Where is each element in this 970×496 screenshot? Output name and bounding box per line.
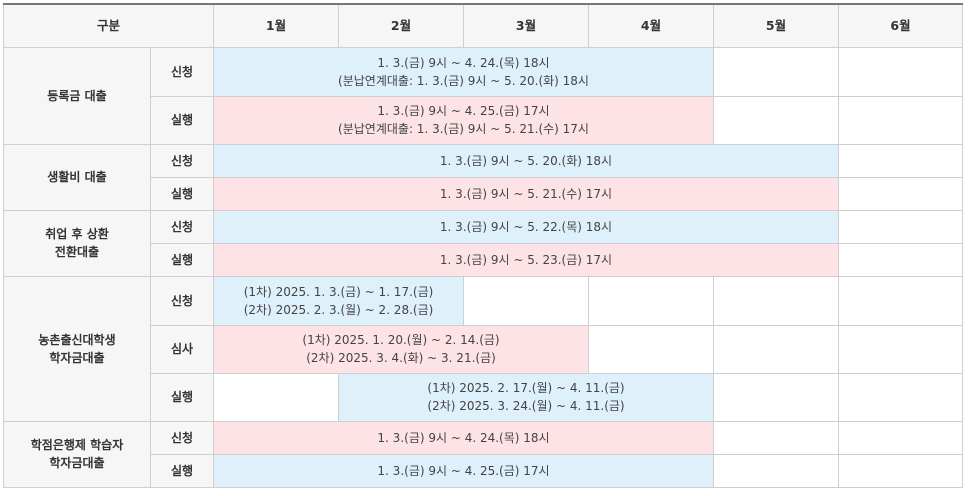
header-month-4: 4월 [588,3,715,48]
group-rural-student-loan: 농촌출신대학생 학자금대출 [3,275,151,422]
period-bar: 1. 3.(금) 9시 ~ 4. 24.(목) 18시 [213,420,715,455]
empty-cell [838,95,964,145]
period-text: 1. 3.(금) 9시 ~ 4. 24.(목) 18시 [377,55,550,70]
period-text: (2차) 2025. 3. 4.(화) ~ 3. 21.(금) [306,351,496,365]
empty-cell [838,242,964,277]
empty-cell [838,176,964,211]
empty-cell [713,453,840,488]
header-month-2: 2월 [338,3,465,48]
empty-cell [588,275,715,326]
empty-cell [838,46,964,97]
period-bar: 1. 3.(금) 9시 ~ 5. 23.(금) 17시 [213,242,840,277]
empty-cell [588,324,715,374]
period-text: 1. 3.(금) 9시 ~ 5. 23.(금) 17시 [439,252,613,267]
group-name-line: 농촌출신대학생 [38,332,116,347]
period-bar: 1. 3.(금) 9시 ~ 5. 21.(수) 17시 [213,176,840,211]
period-bar: 1. 3.(금) 9시 ~ 4. 24.(목) 18시 (분납연계대출: 1. … [213,46,715,97]
period-text: (2차) 2025. 2. 3.(월) ~ 2. 28.(금) [243,302,434,317]
empty-cell [713,95,840,145]
period-bar: (1차) 2025. 1. 3.(금) ~ 1. 17.(금) (2차) 202… [213,275,465,326]
header-month-6: 6월 [838,3,964,48]
empty-cell [838,143,964,178]
period-bar: (1차) 2025. 2. 17.(월) ~ 4. 11.(금) (2차) 20… [338,372,715,422]
empty-cell [213,372,340,422]
empty-cell [838,453,964,488]
group-name-line: 학자금대출 [49,350,105,365]
period-text: 1. 3.(금) 9시 ~ 5. 21.(수) 17시 [439,186,613,201]
row-label-apply: 신청 [149,420,215,455]
empty-cell [713,46,840,97]
table-row: 생활비 대출 신청 1. 3.(금) 9시 ~ 5. 20.(화) 18시 [3,143,964,211]
row-label-execute: 실행 [149,176,215,211]
period-text: 1. 3.(금) 9시 ~ 4. 25.(금) 17시 [377,463,550,478]
header-month-5: 5월 [713,3,840,48]
row-label-apply: 신청 [149,209,215,244]
group-name-line: 취업 후 상환 [45,227,109,241]
row-label-execute: 실행 [149,453,215,488]
group-name-line: 학자금대출 [49,456,105,470]
period-text: 1. 3.(금) 9시 ~ 5. 22.(목) 18시 [439,219,613,234]
period-text: (1차) 2025. 1. 3.(금) ~ 1. 17.(금) [243,284,434,299]
period-text: (2차) 2025. 3. 24.(월) ~ 4. 11.(금) [427,399,625,413]
period-text: 1. 3.(금) 9시 ~ 4. 25.(금) 17시 [377,104,550,118]
empty-cell [838,275,964,326]
period-bar: (1차) 2025. 1. 20.(월) ~ 2. 14.(금) (2차) 20… [213,324,590,374]
row-label-apply: 신청 [149,275,215,326]
group-tuition-loan: 등록금 대출 [3,46,151,145]
group-credit-bank-loan: 학점은행제 학습자 학자금대출 [3,420,151,488]
empty-cell [838,324,964,374]
empty-cell [713,275,840,326]
header-month-1: 1월 [213,3,340,48]
group-conversion-loan: 취업 후 상환 전환대출 [3,209,151,277]
loan-schedule-table: 구분 1월 2월 3월 4월 5월 6월 등록금 대출 신청 1. 3.(금) … [2,3,964,488]
row-label-review: 심사 [149,324,215,374]
period-bar: 1. 3.(금) 9시 ~ 4. 25.(금) 17시 (분납연계대출: 1. … [213,95,715,145]
period-text: 1. 3.(금) 9시 ~ 5. 20.(화) 18시 [439,153,613,168]
empty-cell [838,372,964,422]
empty-cell [713,324,840,374]
header-category: 구분 [2,3,215,48]
row-label-execute: 실행 [149,95,215,145]
period-text: 1. 3.(금) 9시 ~ 4. 24.(목) 18시 [377,430,550,445]
group-name-line: 학점은행제 학습자 [30,438,124,452]
empty-cell [713,372,840,422]
row-label-execute: 실행 [149,242,215,277]
header-row: 구분 1월 2월 3월 4월 5월 6월 [2,3,964,48]
table-row: 취업 후 상환 전환대출 신청 1. 3.(금) 9시 ~ 5. 22.(목) … [3,209,964,277]
row-label-apply: 신청 [149,143,215,178]
empty-cell [713,420,840,455]
empty-cell [838,209,964,244]
row-label-execute: 실행 [149,372,215,422]
period-text: (1차) 2025. 1. 20.(월) ~ 2. 14.(금) [302,333,500,347]
period-text: (분납연계대출: 1. 3.(금) 9시 ~ 5. 20.(화) 18시 [338,73,589,88]
group-living-loan: 생활비 대출 [3,143,151,211]
table-row: 농촌출신대학생 학자금대출 신청 (1차) 2025. 1. 3.(금) ~ 1… [3,275,964,422]
period-bar: 1. 3.(금) 9시 ~ 5. 22.(목) 18시 [213,209,840,244]
empty-cell [463,275,590,326]
period-text: (분납연계대출: 1. 3.(금) 9시 ~ 5. 21.(수) 17시 [338,122,589,136]
period-text: (1차) 2025. 2. 17.(월) ~ 4. 11.(금) [427,381,625,395]
group-name-line: 전환대출 [54,245,100,259]
empty-cell [838,420,964,455]
row-label-apply: 신청 [149,46,215,97]
period-bar: 1. 3.(금) 9시 ~ 4. 25.(금) 17시 [213,453,715,488]
header-month-3: 3월 [463,3,590,48]
table-row: 등록금 대출 신청 1. 3.(금) 9시 ~ 4. 24.(목) 18시 (분… [3,46,964,145]
period-bar: 1. 3.(금) 9시 ~ 5. 20.(화) 18시 [213,143,840,178]
table-row: 학점은행제 학습자 학자금대출 신청 1. 3.(금) 9시 ~ 4. 24.(… [3,420,964,488]
